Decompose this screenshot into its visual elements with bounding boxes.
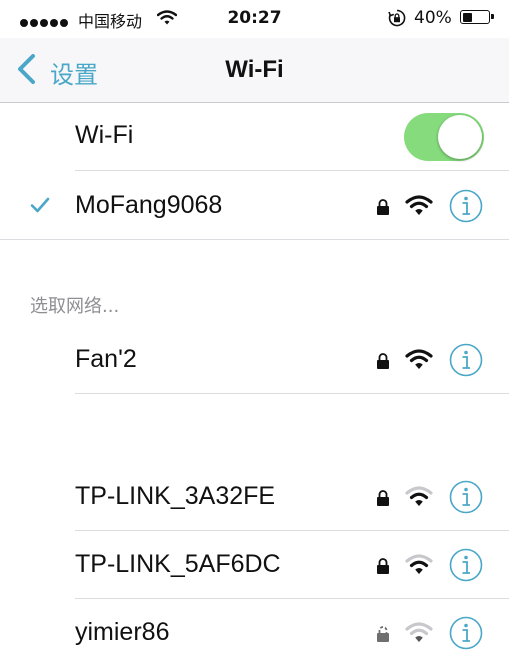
checkmark-icon (30, 197, 50, 213)
wifi-signal-icon (405, 554, 433, 574)
status-bar: 中国移动 20:27 40% (0, 0, 509, 38)
toggle-knob (438, 115, 482, 159)
network-row[interactable]: yimier86 (0, 599, 509, 650)
info-icon[interactable] (449, 189, 483, 223)
network-name: MoFang9068 (75, 191, 223, 219)
page-title: Wi-Fi (225, 56, 284, 83)
wifi-toggle-switch[interactable] (404, 113, 484, 161)
network-row[interactable]: TP-LINK_5AF6DC (0, 531, 509, 599)
info-icon[interactable] (449, 548, 483, 582)
lock-icon (377, 490, 389, 506)
info-icon[interactable] (449, 616, 483, 650)
network-row[interactable]: TP-LINK_3A32FE (0, 463, 509, 531)
network-row[interactable]: Fan'2 (0, 326, 509, 394)
rotation-lock-icon (388, 9, 406, 31)
navigation-bar: 设置 Wi-Fi (0, 38, 509, 103)
wifi-signal-icon (405, 622, 433, 642)
section-header: 选取网络... (30, 296, 120, 317)
battery-percent: 40% (414, 8, 452, 28)
battery-icon (460, 10, 494, 24)
info-icon[interactable] (449, 343, 483, 377)
wifi-signal-icon (405, 195, 433, 215)
network-name: yimier86 (75, 618, 170, 646)
wifi-toggle-label: Wi-Fi (75, 121, 134, 149)
wifi-signal-icon (405, 349, 433, 369)
info-icon[interactable] (449, 480, 483, 514)
lock-icon (377, 626, 389, 642)
network-name: TP-LINK_5AF6DC (75, 550, 281, 578)
lock-icon (377, 199, 389, 215)
wifi-signal-icon (405, 486, 433, 506)
network-name: TP-LINK_3A32FE (75, 482, 276, 510)
lock-icon (377, 558, 389, 574)
connected-network-row[interactable]: MoFang9068 (0, 172, 509, 240)
lock-icon (377, 353, 389, 369)
wifi-settings-screen: 中国移动 20:27 40% 设置 Wi-Fi Wi-Fi MoFang9068… (0, 0, 509, 650)
network-name: Fan'2 (75, 345, 137, 373)
